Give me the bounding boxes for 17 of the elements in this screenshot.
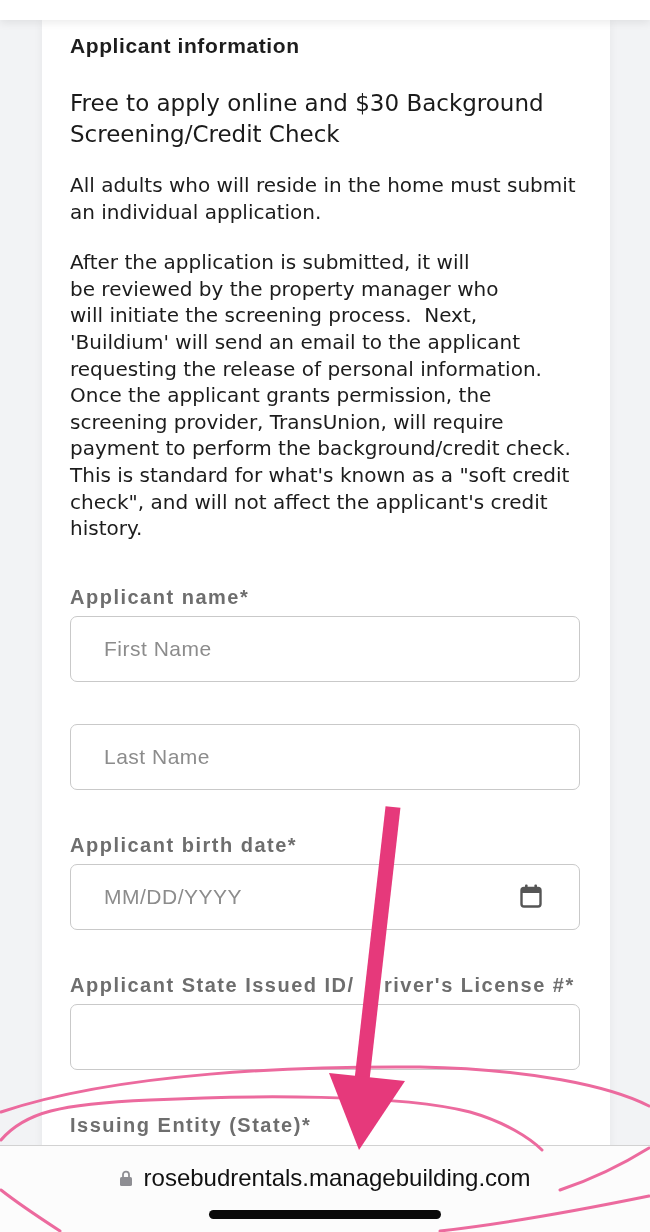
- date-field[interactable]: MM/DD/YYYY: [70, 863, 580, 930]
- field-label: Applicant name*: [70, 584, 250, 609]
- fee-heading: Free to apply online and $30 Background Screening/Credit Check: [70, 89, 545, 149]
- info-paragraph: After the application is submitted, it will be reviewed by the property manager who will initiate the screening process. Next, 'Buildium' will send an email to the applicant requesting the release of personal information. Once the applicant grants permission, the screening provider, TransUnion, will require payment to perform the background/credit check. This is standard for what's known as a "soft credit check", and will not affect the applicant's credit history.: [70, 249, 572, 542]
- lock-icon: [119, 1170, 132, 1186]
- text-field[interactable]: [70, 1003, 580, 1070]
- field-label: Applicant State Issued ID/: [70, 972, 356, 997]
- address-bar[interactable]: rosebudrentals.managebuilding.com: [0, 1145, 650, 1232]
- calendar-icon[interactable]: [520, 883, 542, 908]
- info-paragraph: All adults who will reside in the home must submit an individual application.: [70, 172, 577, 226]
- url-text: rosebudrentals.managebuilding.com: [143, 1163, 531, 1193]
- field-label: Applicant birth date*: [70, 832, 298, 857]
- field-label: river's License #*: [384, 972, 575, 997]
- field-label: Issuing Entity (State)*: [70, 1112, 312, 1137]
- section-title: Applicant information: [70, 33, 301, 59]
- text-field[interactable]: First Name: [70, 615, 580, 682]
- text-field[interactable]: Last Name: [70, 723, 580, 790]
